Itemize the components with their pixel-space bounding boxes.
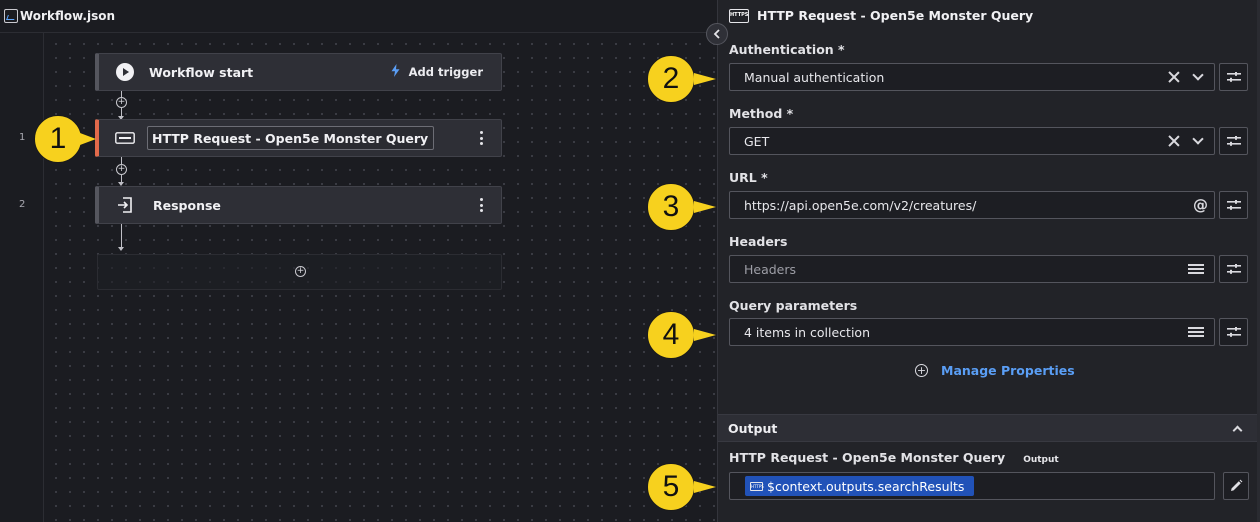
callout-badge-1: 1 bbox=[34, 115, 82, 163]
url-value: https://api.open5e.com/v2/creatures/ bbox=[744, 197, 977, 213]
url-options-button[interactable] bbox=[1219, 191, 1248, 219]
sliders-icon bbox=[1226, 72, 1241, 82]
properties-panel: HTTPS HTTP Request - Open5e Monster Quer… bbox=[717, 0, 1260, 522]
add-trigger-label: Add trigger bbox=[408, 65, 483, 79]
method-value: GET bbox=[744, 133, 770, 149]
response-label: Response bbox=[153, 197, 221, 213]
insert-step-button-2[interactable]: + bbox=[116, 164, 127, 175]
url-label: URL * bbox=[729, 170, 768, 185]
http-node-name-input[interactable]: HTTP Request - Open5e Monster Query bbox=[147, 126, 434, 150]
sliders-icon bbox=[1226, 264, 1241, 274]
manage-properties-button[interactable]: + Manage Properties bbox=[915, 363, 1075, 378]
connector-arrow bbox=[118, 247, 124, 251]
http-icon bbox=[113, 126, 137, 150]
file-tab-bar: Workflow.json bbox=[0, 0, 716, 33]
query-parameters-input[interactable]: 4 items in collection bbox=[729, 318, 1215, 346]
play-icon bbox=[113, 60, 137, 84]
method-label: Method * bbox=[729, 106, 794, 121]
line-gutter: 1 2 bbox=[0, 33, 44, 522]
callout-pointer-3 bbox=[694, 201, 716, 213]
pencil-icon bbox=[1231, 479, 1243, 491]
panel-header: HTTPS HTTP Request - Open5e Monster Quer… bbox=[729, 8, 1033, 23]
output-section-header[interactable]: Output bbox=[718, 414, 1260, 442]
query-parameters-label: Query parameters bbox=[729, 298, 858, 313]
sliders-icon bbox=[1226, 136, 1241, 146]
chevron-up-icon[interactable] bbox=[1232, 425, 1243, 435]
callout-badge-5: 5 bbox=[647, 463, 695, 511]
chevron-left-icon bbox=[713, 29, 720, 39]
panel-title: HTTP Request - Open5e Monster Query bbox=[757, 8, 1034, 23]
node-more-menu-icon[interactable] bbox=[480, 198, 483, 212]
line-number-2: 2 bbox=[19, 199, 26, 210]
workflow-editor: Workflow.json 1 2 Workflow start Add tri… bbox=[0, 0, 716, 522]
list-icon[interactable] bbox=[1188, 327, 1204, 337]
callout-badge-4: 4 bbox=[647, 311, 695, 359]
query-parameters-value: 4 items in collection bbox=[744, 324, 870, 340]
callout-badge-3: 3 bbox=[647, 183, 695, 231]
chevron-down-icon[interactable] bbox=[1192, 133, 1204, 145]
clear-icon[interactable] bbox=[1168, 71, 1180, 83]
collapse-panel-button[interactable] bbox=[706, 23, 728, 45]
at-symbol-icon[interactable]: @ bbox=[1193, 196, 1208, 214]
output-variable-chip[interactable]: HTTPS $context.outputs.searchResults bbox=[745, 476, 975, 496]
url-input[interactable]: https://api.open5e.com/v2/creatures/ @ bbox=[729, 191, 1215, 219]
output-node-name: HTTP Request - Open5e Monster Query bbox=[729, 450, 1006, 465]
authentication-label: Authentication * bbox=[729, 42, 845, 57]
callout-pointer-1 bbox=[80, 133, 96, 145]
authentication-value: Manual authentication bbox=[744, 69, 885, 85]
output-label-row: HTTP Request - Open5e Monster Query Outp… bbox=[729, 450, 1059, 465]
workflow-start-label: Workflow start bbox=[149, 64, 254, 80]
sliders-icon bbox=[1226, 327, 1241, 337]
chevron-down-icon[interactable] bbox=[1192, 69, 1204, 81]
output-variable-text: $context.outputs.searchResults bbox=[767, 478, 965, 494]
lightning-icon bbox=[391, 64, 400, 80]
list-icon[interactable] bbox=[1188, 264, 1204, 274]
output-expression-field[interactable]: HTTPS $context.outputs.searchResults bbox=[729, 472, 1215, 500]
headers-options-button[interactable] bbox=[1219, 255, 1248, 283]
method-select[interactable]: GET bbox=[729, 127, 1215, 155]
query-parameters-options-button[interactable] bbox=[1219, 318, 1248, 346]
add-trigger-button[interactable]: Add trigger bbox=[391, 64, 483, 80]
callout-pointer-4 bbox=[694, 329, 716, 341]
callout-pointer-2 bbox=[694, 73, 716, 85]
sliders-icon bbox=[1226, 200, 1241, 210]
file-tab-title[interactable]: Workflow.json bbox=[20, 9, 115, 23]
http-icon: HTTPS bbox=[729, 8, 749, 23]
output-tag: Output bbox=[1023, 455, 1059, 465]
authentication-options-button[interactable] bbox=[1219, 63, 1248, 91]
callout-badge-2: 2 bbox=[647, 55, 695, 103]
headers-placeholder: Headers bbox=[744, 261, 797, 277]
headers-input[interactable]: Headers bbox=[729, 255, 1215, 283]
response-node[interactable]: Response bbox=[95, 186, 502, 224]
http-icon: HTTPS bbox=[750, 481, 764, 491]
output-section-title: Output bbox=[728, 420, 778, 436]
line-number-1: 1 bbox=[19, 132, 26, 143]
workflow-start-node[interactable]: Workflow start Add trigger bbox=[95, 53, 502, 91]
authentication-select[interactable]: Manual authentication bbox=[729, 63, 1215, 91]
insert-step-button-1[interactable]: + bbox=[116, 97, 127, 108]
edit-output-button[interactable] bbox=[1223, 472, 1249, 500]
callout-pointer-5 bbox=[694, 481, 716, 493]
add-step-button[interactable]: + bbox=[295, 266, 306, 277]
http-request-node[interactable]: HTTP Request - Open5e Monster Query bbox=[95, 119, 502, 157]
node-more-menu-icon[interactable] bbox=[480, 131, 483, 145]
method-options-button[interactable] bbox=[1219, 127, 1248, 155]
manage-properties-label: Manage Properties bbox=[941, 363, 1075, 378]
headers-label: Headers bbox=[729, 234, 788, 249]
exit-icon bbox=[113, 193, 137, 217]
connector-line bbox=[121, 224, 122, 248]
workflow-file-icon bbox=[4, 9, 18, 23]
plus-circle-icon: + bbox=[915, 364, 928, 377]
clear-icon[interactable] bbox=[1168, 135, 1180, 147]
